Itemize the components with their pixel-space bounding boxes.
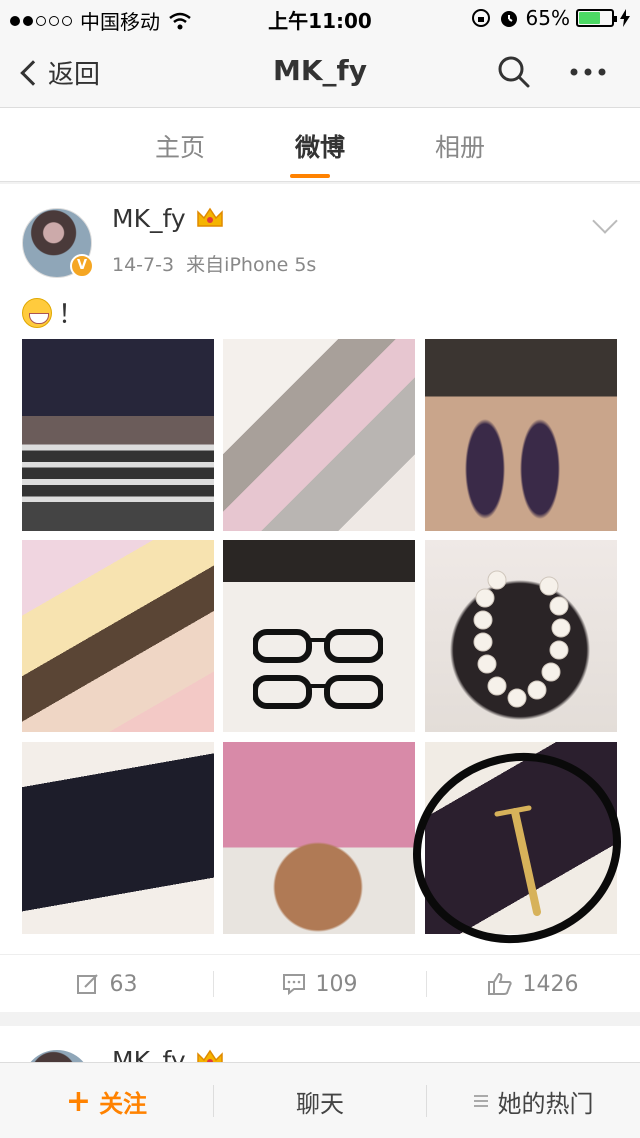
chevron-down-icon[interactable] xyxy=(592,208,618,234)
comment-icon xyxy=(282,974,305,996)
battery-level xyxy=(579,12,600,24)
back-label: 返回 xyxy=(48,60,101,90)
like-count: 1426 xyxy=(522,971,579,997)
her-hot-button[interactable]: 她的热门 xyxy=(427,1063,640,1138)
comment-count: 109 xyxy=(315,971,358,997)
post-source: 来自iPhone 5s xyxy=(186,254,317,276)
pearl-necklace xyxy=(473,570,571,708)
repost-button[interactable]: 63 xyxy=(0,955,213,1013)
photo-street[interactable] xyxy=(22,339,214,531)
charging-icon xyxy=(620,9,630,27)
photo-lace-clutch[interactable] xyxy=(22,742,214,934)
status-right: 65% xyxy=(470,6,630,30)
back-button[interactable]: 返回 xyxy=(18,54,100,91)
glasses-shape-2 xyxy=(253,675,383,709)
thumbs-up-icon xyxy=(487,972,512,995)
post-text: ！ xyxy=(22,294,84,331)
tab-album[interactable]: 相册 xyxy=(400,128,520,164)
tab-home[interactable]: 主页 xyxy=(120,128,240,164)
active-tab-indicator xyxy=(290,174,330,178)
like-button[interactable]: 1426 xyxy=(426,955,639,1013)
battery-percent: 65% xyxy=(525,6,570,30)
follow-label: 关注 xyxy=(99,1089,148,1118)
tab-weibo[interactable]: 微博 xyxy=(260,128,380,178)
menu-icon xyxy=(473,1095,488,1107)
follow-button[interactable]: + 关注 xyxy=(0,1063,213,1138)
repost-icon xyxy=(76,974,98,994)
photo-lashes[interactable] xyxy=(22,540,214,732)
her-hot-label: 她的热门 xyxy=(497,1089,594,1118)
profile-tabs: 主页 微博 相册 xyxy=(0,108,640,182)
crown-icon xyxy=(197,207,223,227)
post-text-content: ！ xyxy=(58,300,85,330)
battery-icon xyxy=(576,9,617,27)
chat-label: 聊天 xyxy=(296,1089,344,1118)
plus-icon: + xyxy=(65,1083,92,1119)
photo-poodle[interactable] xyxy=(223,742,415,934)
bottom-toolbar: + 关注 聊天 她的热门 xyxy=(0,1062,640,1138)
photo-pearls[interactable] xyxy=(425,540,617,732)
orientation-lock-icon xyxy=(471,9,490,27)
chat-button[interactable]: 聊天 xyxy=(214,1063,426,1138)
post-meta: 14-7-3 来自iPhone 5s xyxy=(112,250,316,277)
post-date: 14-7-3 xyxy=(112,254,175,276)
search-icon[interactable] xyxy=(496,54,532,90)
post-author[interactable]: MK_fy xyxy=(112,204,186,233)
glasses-shape xyxy=(253,629,383,663)
status-bar: 中国移动 上午11:00 65% xyxy=(0,0,640,36)
photo-luggage[interactable] xyxy=(223,339,415,531)
comment-button[interactable]: 109 xyxy=(213,955,426,1013)
nav-bar: 返回 MK_fy xyxy=(0,36,640,108)
post-actions: 63 109 1426 xyxy=(0,954,640,1012)
photo-glasses[interactable] xyxy=(223,540,415,732)
photo-flats[interactable] xyxy=(425,339,617,531)
post-card: V MK_fy 14-7-3 来自iPhone 5s ！ 63 109 1426 xyxy=(0,184,640,1012)
chevron-left-icon xyxy=(20,59,46,86)
alarm-icon xyxy=(500,11,517,27)
grin-emoji-icon xyxy=(22,297,52,328)
verified-badge-icon: V xyxy=(70,254,94,278)
repost-count: 63 xyxy=(109,971,138,997)
more-icon[interactable] xyxy=(566,58,610,86)
tab-weibo-label: 微博 xyxy=(294,133,345,162)
